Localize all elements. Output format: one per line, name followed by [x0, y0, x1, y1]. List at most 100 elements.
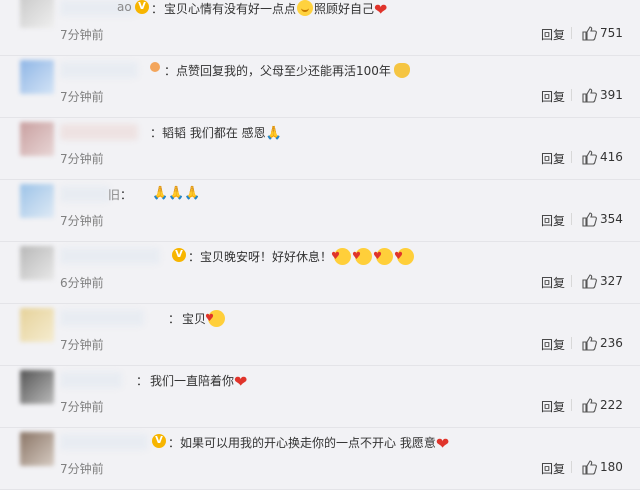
avatar[interactable] [20, 0, 54, 28]
username-blurred[interactable] [60, 310, 144, 326]
hug-emoji-icon [297, 0, 314, 16]
kiss-emoji-icon [373, 248, 394, 265]
comment-text: 🙏🙏🙏 [152, 186, 201, 201]
thumbs-up-icon [582, 460, 597, 475]
like-button[interactable]: 222 [581, 397, 623, 413]
comment-text: 我们一直陪着你❤ [150, 372, 248, 391]
comment-text: 宝贝 [182, 310, 227, 327]
reply-button[interactable]: 回复 [541, 88, 565, 105]
avatar[interactable] [20, 246, 54, 280]
reply-button[interactable]: 回复 [541, 26, 565, 43]
like-count: 391 [600, 88, 623, 102]
comment-text: 如果可以用我的开心换走你的一点不开心 我愿意❤ [180, 434, 450, 453]
like-button[interactable]: 354 [581, 211, 623, 227]
comment-text: 宝贝晚安呀！好好休息！ [200, 248, 416, 265]
heart-emoji-icon: ❤ [234, 372, 248, 391]
comment-text: 韬韬 我们都在 感恩🙏 [162, 126, 282, 141]
pray-emoji-icon: 🙏 [168, 186, 185, 201]
thumbs-up-icon [582, 26, 597, 41]
reply-button[interactable]: 回复 [541, 150, 565, 167]
comment-item: ： 我们一直陪着你❤ 7分钟前 回复 222 [0, 366, 640, 428]
comment-time: 7分钟前 [60, 338, 104, 352]
reply-button[interactable]: 回复 [541, 274, 565, 291]
username-blurred[interactable] [60, 248, 160, 264]
like-count: 222 [600, 398, 623, 412]
like-count: 354 [600, 212, 623, 226]
divider [571, 213, 572, 225]
avatar[interactable] [20, 184, 54, 218]
kiss-emoji-icon [205, 310, 226, 327]
thumbs-up-icon [582, 398, 597, 413]
username-suffix: ao [117, 0, 132, 14]
username-blurred[interactable] [60, 434, 148, 450]
thumbs-up-icon [582, 212, 597, 227]
thumbs-up-icon [582, 88, 597, 103]
comment-item: V ： 宝贝晚安呀！好好休息！ 6分钟前 回复 327 [0, 242, 640, 304]
username-blurred[interactable] [60, 372, 122, 388]
comment-time: 7分钟前 [60, 152, 104, 166]
reply-button[interactable]: 回复 [541, 212, 565, 229]
thumbs-up-icon [582, 150, 597, 165]
comment-time: 7分钟前 [60, 400, 104, 414]
like-button[interactable]: 416 [581, 149, 623, 165]
divider [571, 151, 572, 163]
comment-item: 旧 ： 🙏🙏🙏 7分钟前 回复 354 [0, 180, 640, 242]
verified-badge-icon: V [172, 248, 186, 262]
pray-emoji-icon: 🙏 [152, 186, 169, 201]
username-blurred[interactable] [60, 124, 138, 140]
comment-time: 6分钟前 [60, 276, 104, 290]
thumbs-up-icon [582, 274, 597, 289]
avatar[interactable] [20, 60, 54, 94]
cat-emoji-icon [393, 63, 410, 78]
comment-time: 7分钟前 [60, 90, 104, 104]
divider [571, 399, 572, 411]
comment-text: 宝贝心情有没有好一点点 照顾好自己❤ [164, 0, 388, 19]
verified-badge-icon: V [152, 434, 166, 448]
divider [571, 337, 572, 349]
like-button[interactable]: 391 [581, 87, 623, 103]
reply-button[interactable]: 回复 [541, 398, 565, 415]
divider [571, 275, 572, 287]
reply-button[interactable]: 回复 [541, 460, 565, 477]
kiss-emoji-icon [352, 248, 373, 265]
like-count: 416 [600, 150, 623, 164]
reply-button[interactable]: 回复 [541, 336, 565, 353]
like-button[interactable]: 236 [581, 335, 623, 351]
divider [571, 27, 572, 39]
kiss-emoji-icon [394, 248, 415, 265]
heart-emoji-icon: ❤ [374, 0, 388, 19]
pray-emoji-icon: 🙏 [184, 186, 201, 201]
like-count: 180 [600, 460, 623, 474]
like-button[interactable]: 180 [581, 459, 623, 475]
like-count: 236 [600, 336, 623, 350]
username-suffix: 旧 [108, 188, 121, 202]
comment-time: 7分钟前 [60, 28, 104, 42]
username-blurred[interactable] [60, 62, 138, 78]
like-button[interactable]: 751 [581, 25, 623, 41]
verified-badge-icon: V [135, 0, 149, 14]
pray-emoji-icon: 🙏 [265, 126, 282, 141]
comment-time: 7分钟前 [60, 214, 104, 228]
kiss-emoji-icon [331, 248, 352, 265]
comment-item: ao V ： 宝贝心情有没有好一点点 照顾好自己❤ 7分钟前 回复 751 [0, 0, 640, 56]
comment-item: V ： 如果可以用我的开心换走你的一点不开心 我愿意❤ 7分钟前 回复 180 [0, 428, 640, 490]
avatar[interactable] [20, 370, 54, 404]
comment-list: ao V ： 宝贝心情有没有好一点点 照顾好自己❤ 7分钟前 回复 751 ： 点… [0, 0, 640, 490]
divider [571, 89, 572, 101]
username-blurred[interactable] [60, 186, 110, 202]
comment-text: 点赞回复我的，父母至少还能再活100年 [176, 62, 410, 79]
comment-item: ： 点赞回复我的，父母至少还能再活100年 7分钟前 回复 391 [0, 56, 640, 118]
avatar[interactable] [20, 308, 54, 342]
thumbs-up-icon [582, 336, 597, 351]
avatar[interactable] [20, 432, 54, 466]
like-count: 751 [600, 26, 623, 40]
avatar[interactable] [20, 122, 54, 156]
heart-emoji-icon: ❤ [435, 434, 450, 453]
comment-item: ： 韬韬 我们都在 感恩🙏 7分钟前 回复 416 [0, 118, 640, 180]
emoji-icon [150, 62, 160, 72]
divider [571, 461, 572, 473]
comment-time: 7分钟前 [60, 462, 104, 476]
like-button[interactable]: 327 [581, 273, 623, 289]
like-count: 327 [600, 274, 623, 288]
comment-item: ： 宝贝 7分钟前 回复 236 [0, 304, 640, 366]
